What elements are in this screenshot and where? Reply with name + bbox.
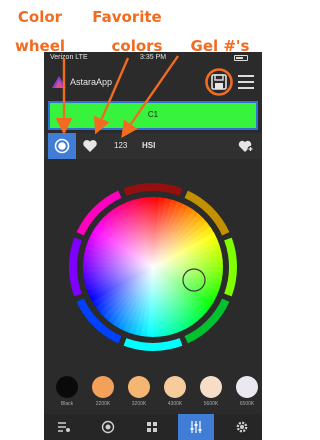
preset-swatches: Black 2200K 3200K 4300K 5600K 6500K — [44, 372, 262, 414]
heart-icon[interactable] — [82, 138, 98, 154]
tab-color-wheel[interactable] — [48, 133, 76, 159]
status-bar: Verizon LTE 3:35 PM — [44, 52, 262, 65]
tab-gel-numbers[interactable]: 123 — [114, 141, 127, 150]
preset-ring-segment[interactable] — [224, 237, 237, 297]
annotation-color-wheel-line1: Color — [17, 8, 63, 26]
effects-icon — [101, 420, 115, 434]
grid-icon — [147, 422, 157, 432]
app-screen: Verizon LTE 3:35 PM AstaraApp C1 123 HSI… — [44, 52, 262, 440]
preset-ring-segment[interactable] — [123, 338, 183, 351]
swatch-label: 6500K — [239, 401, 255, 407]
nav-settings[interactable] — [224, 414, 260, 440]
clock-label: 3:35 PM — [140, 54, 167, 61]
annotation-favorite-colors: Favorite colors — [82, 8, 172, 56]
color-wheel-area — [44, 162, 262, 372]
swatch[interactable] — [56, 376, 78, 398]
preset-ring-segment[interactable] — [69, 237, 82, 297]
menu-icon[interactable] — [238, 75, 254, 89]
nav-effects[interactable] — [90, 414, 126, 440]
swatch-label: 3200K — [131, 401, 147, 407]
heart-plus-icon[interactable] — [238, 139, 254, 153]
color-wheel-icon — [54, 138, 70, 154]
app-header: AstaraApp — [44, 65, 262, 99]
swatch[interactable] — [128, 376, 150, 398]
annotation-favorite-line1: Favorite — [92, 8, 162, 26]
battery-icon — [234, 55, 248, 61]
current-color-label: C1 — [147, 110, 159, 119]
cue-list-icon — [58, 422, 70, 432]
annotation-color-wheel: Color wheel — [10, 8, 70, 56]
save-icon[interactable] — [210, 73, 228, 91]
swatch-label: 5600K — [203, 401, 219, 407]
settings-icon — [236, 421, 248, 433]
swatch[interactable] — [200, 376, 222, 398]
swatch[interactable] — [164, 376, 186, 398]
color-wheel[interactable] — [44, 162, 262, 372]
bottom-nav — [44, 414, 262, 440]
swatch[interactable] — [92, 376, 114, 398]
swatch-label: 4300K — [167, 401, 183, 407]
app-logo-icon — [52, 76, 66, 88]
tab-hsi[interactable]: HSI — [142, 141, 155, 150]
nav-faders[interactable] — [178, 414, 214, 440]
swatch[interactable] — [236, 376, 258, 398]
color-mode-tabs: 123 HSI — [44, 133, 262, 159]
current-color-bar[interactable]: C1 — [48, 101, 258, 130]
app-title: AstaraApp — [70, 77, 113, 87]
carrier-label: Verizon LTE — [50, 54, 88, 61]
swatch-label: Black — [60, 401, 74, 407]
nav-cue-list[interactable] — [46, 414, 82, 440]
swatch-label: 2200K — [95, 401, 111, 407]
faders-icon — [190, 421, 202, 433]
preset-ring-segment[interactable] — [123, 183, 183, 196]
nav-grid[interactable] — [134, 414, 170, 440]
